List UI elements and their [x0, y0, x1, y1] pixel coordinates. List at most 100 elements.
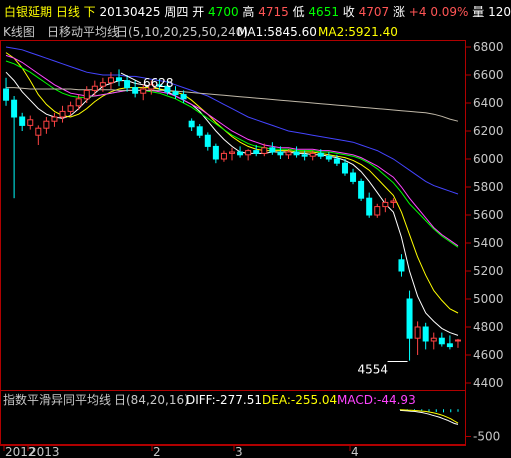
candle-body: [188, 120, 195, 128]
header-item: 4715: [258, 5, 292, 19]
candle-body: [124, 80, 131, 89]
candle: [325, 152, 332, 162]
candle: [83, 86, 90, 103]
price-tick-label: 6000: [473, 152, 504, 166]
sub-params: 日(84,20,16): [114, 393, 189, 407]
time-tick-label: 4: [351, 445, 359, 458]
legend-title: K线图: [3, 25, 35, 39]
candle-body: [19, 116, 26, 126]
price-tick-label: 4600: [473, 348, 504, 362]
candle-body: [3, 88, 10, 101]
macd-panel-plot: -500: [399, 409, 500, 443]
candle-body: [446, 343, 453, 348]
sub-dea: DEA:-255.04: [262, 393, 337, 407]
candle-body: [454, 339, 461, 342]
candle: [91, 80, 98, 96]
legend-params: 日(5,10,20,25,50,240): [116, 25, 248, 39]
candle: [398, 254, 405, 277]
candlesticks: [3, 69, 461, 361]
price-tick-label: 5200: [473, 264, 504, 278]
candle-body: [438, 337, 445, 345]
candle-body: [285, 151, 292, 156]
candle-body: [253, 150, 260, 154]
candle-body: [301, 154, 308, 157]
price-tick-label: 6400: [473, 96, 504, 110]
candle-body: [59, 110, 66, 118]
price-tick-label: 5400: [473, 236, 504, 250]
time-tick-label: 2: [153, 445, 161, 458]
price-tick-label: 5800: [473, 180, 504, 194]
candle: [366, 192, 373, 218]
header-item: +4: [409, 5, 431, 19]
header-item: 量: [472, 5, 488, 19]
candle-body: [390, 200, 397, 203]
candle: [11, 96, 18, 199]
candle-body: [277, 151, 284, 156]
candle-body: [237, 151, 244, 156]
candle: [228, 147, 236, 161]
candle-body: [67, 105, 74, 112]
candle-body: [99, 82, 106, 87]
time-tick-label: 2013: [29, 445, 60, 458]
candle: [414, 321, 421, 355]
candle-body: [333, 158, 340, 164]
candle: [59, 105, 66, 123]
candle: [27, 115, 34, 130]
candle: [220, 150, 227, 162]
candle-body: [341, 162, 348, 174]
candle: [43, 117, 50, 134]
candle: [212, 143, 219, 164]
candle: [116, 69, 123, 87]
candle: [237, 146, 244, 158]
price-tick-label: 4800: [473, 320, 504, 334]
candle-body: [398, 259, 405, 272]
macd-tick-label: -500: [473, 429, 500, 443]
candle-body: [75, 98, 82, 107]
candle-body: [204, 134, 211, 147]
candle-body: [245, 150, 252, 156]
header-item: 0.09%: [430, 5, 472, 19]
header-item: 收: [343, 5, 359, 19]
candle: [51, 112, 58, 127]
header-item: 高: [242, 4, 258, 19]
candle-body: [382, 201, 389, 208]
header-item: 涨: [393, 4, 409, 19]
price-tick-label: 5000: [473, 292, 504, 306]
legend-ma2: MA2:5921.40: [318, 25, 398, 39]
kline-chart[interactable]: 白银延期 日线 下 20130425 周四 开 4700 高 4715 低 46…: [0, 0, 511, 458]
candle: [204, 132, 211, 151]
candle-body: [220, 152, 227, 160]
sub-legend: 指数平滑异同平均线 日(84,20,16) DIFF:-277.51 DEA:-…: [3, 392, 416, 407]
candle-body: [83, 89, 90, 100]
candle-body: [172, 91, 179, 96]
candle: [454, 338, 461, 348]
candle-body: [366, 197, 373, 216]
candle-body: [414, 326, 421, 339]
header-item: 白银延期: [4, 4, 56, 19]
candle-body: [430, 337, 437, 342]
header-item: 开: [192, 5, 208, 19]
header-item: 低: [293, 5, 309, 19]
price-tick-label: 6600: [473, 68, 504, 82]
candle-body: [91, 85, 98, 91]
candle: [293, 146, 300, 158]
header-item: 下: [84, 5, 100, 19]
candle-body: [116, 77, 123, 82]
ma-line-ma1: [5, 71, 459, 336]
candle-body: [196, 126, 203, 136]
candle-body: [107, 77, 114, 84]
candle-body: [212, 145, 219, 160]
candle-body: [374, 206, 381, 216]
candle-body: [269, 147, 276, 153]
candle: [3, 77, 10, 106]
header-item: 1205762: [488, 5, 511, 19]
header-item: 4700: [208, 5, 242, 19]
candle-body: [350, 172, 357, 182]
candle-body: [261, 147, 268, 154]
moving-average-lines: [5, 46, 459, 336]
candle-body: [51, 116, 58, 122]
candle-body: [309, 152, 316, 157]
candle: [382, 198, 389, 213]
candle-body: [27, 119, 34, 126]
header-item: 4651: [308, 5, 342, 19]
